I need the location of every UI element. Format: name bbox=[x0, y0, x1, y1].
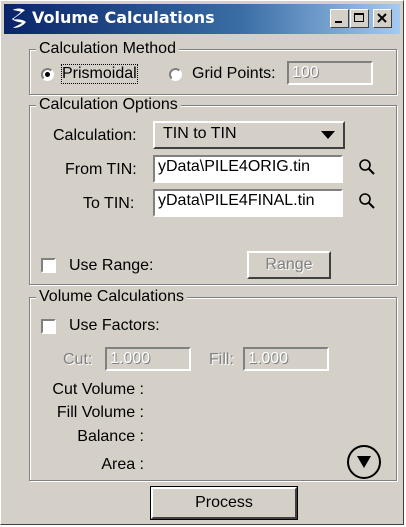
area-label: Area : bbox=[101, 456, 144, 473]
use-factors-checkbox[interactable] bbox=[41, 319, 56, 334]
window-title: Volume Calculations bbox=[32, 8, 215, 27]
calculation-method-legend: Calculation Method bbox=[36, 40, 179, 58]
balance-label: Balance : bbox=[77, 428, 144, 445]
minimize-button[interactable] bbox=[330, 9, 349, 28]
minimize-icon bbox=[335, 21, 342, 23]
fill-label: Fill: bbox=[209, 351, 234, 368]
prismoidal-radio[interactable] bbox=[41, 68, 54, 81]
to-tin-search-icon[interactable] bbox=[357, 191, 377, 211]
cut-volume-label: Cut Volume : bbox=[52, 381, 144, 398]
range-button[interactable]: Range bbox=[247, 251, 331, 279]
volume-calculations-window: Volume Calculations Calculation Method P… bbox=[0, 0, 404, 525]
chevron-down-icon bbox=[321, 131, 335, 139]
grid-points-radio[interactable] bbox=[169, 68, 182, 81]
fill-factor-input[interactable]: 1.000 bbox=[243, 347, 329, 371]
use-factors-label[interactable]: Use Factors: bbox=[69, 317, 160, 335]
cut-label: Cut: bbox=[63, 351, 93, 368]
from-tin-field[interactable]: yData\PILE4ORIG.tin bbox=[153, 155, 343, 183]
maximize-button[interactable] bbox=[350, 9, 369, 28]
calculation-dropdown-value: TIN to TIN bbox=[163, 125, 237, 142]
from-tin-search-icon[interactable] bbox=[357, 157, 377, 177]
expand-circle-icon[interactable] bbox=[345, 443, 383, 481]
cut-factor-input[interactable]: 1.000 bbox=[105, 347, 191, 371]
grid-points-label[interactable]: Grid Points: bbox=[192, 65, 276, 83]
maximize-icon bbox=[354, 13, 364, 22]
use-range-label[interactable]: Use Range: bbox=[69, 257, 154, 275]
close-icon bbox=[377, 13, 387, 23]
calculation-label: Calculation: bbox=[53, 127, 137, 144]
to-tin-field[interactable]: yData\PILE4FINAL.tin bbox=[153, 189, 343, 217]
grid-points-input[interactable]: 100 bbox=[287, 61, 373, 85]
app-logo-icon bbox=[9, 7, 28, 29]
radio-selected-dot bbox=[45, 72, 50, 77]
use-range-checkbox[interactable] bbox=[41, 258, 56, 273]
volume-calculations-legend: Volume Calculations bbox=[36, 288, 187, 306]
fill-volume-label: Fill Volume : bbox=[56, 404, 144, 421]
calculation-dropdown[interactable]: TIN to TIN bbox=[153, 121, 345, 149]
prismoidal-label[interactable]: Prismoidal bbox=[61, 64, 138, 84]
to-tin-label: To TIN: bbox=[83, 195, 135, 212]
from-tin-label: From TIN: bbox=[65, 161, 137, 178]
calculation-options-legend: Calculation Options bbox=[36, 96, 181, 114]
title-bar[interactable]: Volume Calculations bbox=[4, 4, 400, 34]
close-button[interactable] bbox=[373, 9, 392, 28]
process-button[interactable]: Process bbox=[150, 486, 298, 520]
